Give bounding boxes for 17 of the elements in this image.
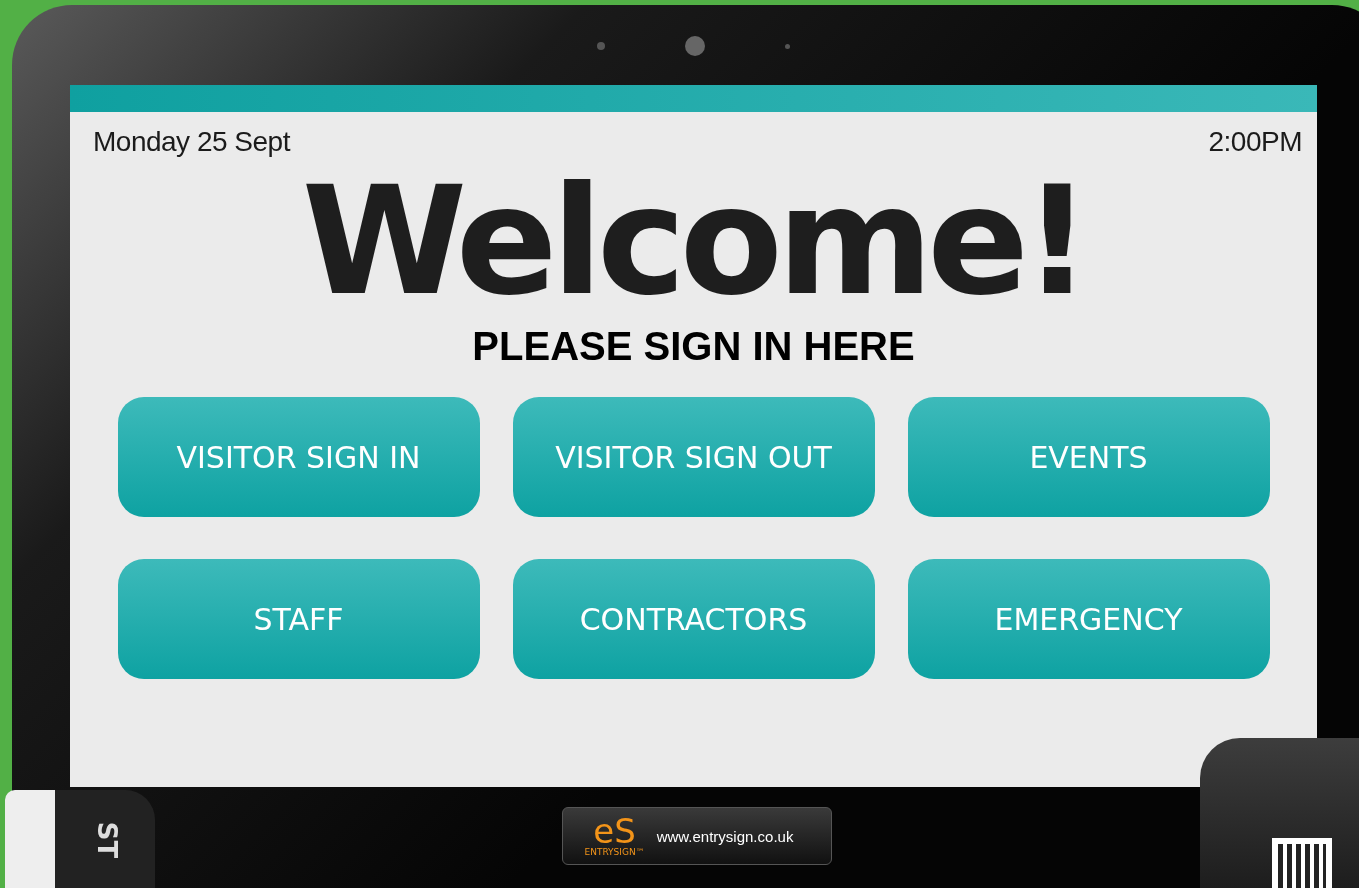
date-text: Monday 25 Sept bbox=[93, 126, 290, 158]
menu-button[interactable]: EVENTS bbox=[907, 397, 1270, 517]
sensor-icon bbox=[597, 42, 605, 50]
menu-button[interactable]: VISITOR SIGN IN bbox=[117, 397, 480, 517]
instruction-text: PLEASE SIGN IN HERE bbox=[472, 324, 915, 369]
menu-button[interactable]: VISITOR SIGN OUT bbox=[512, 397, 875, 517]
menu-button[interactable]: CONTRACTORS bbox=[512, 559, 875, 679]
time-text: 2:00PM bbox=[1208, 126, 1302, 158]
website-url: www.entrysign.co.uk bbox=[656, 827, 794, 845]
brand-text: ENTRYSIGN™ bbox=[584, 847, 645, 857]
menu-button[interactable]: EMERGENCY bbox=[907, 559, 1270, 679]
lanyard-text: ST bbox=[91, 821, 122, 859]
menu-button[interactable]: STAFF bbox=[117, 559, 480, 679]
welcome-heading: Welcome! bbox=[301, 166, 1086, 316]
logo-text: eS bbox=[593, 815, 636, 847]
camera-icon bbox=[685, 36, 705, 56]
sensor-icon bbox=[785, 43, 790, 49]
